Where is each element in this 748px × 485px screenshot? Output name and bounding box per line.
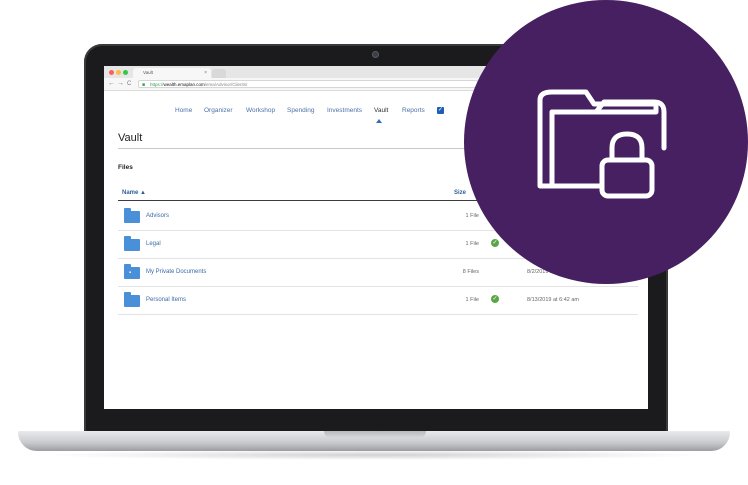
check-circle-icon: ✓ — [491, 239, 499, 247]
nav-workshop[interactable]: Workshop — [246, 106, 275, 116]
close-window-button[interactable] — [109, 70, 114, 75]
new-tab-button[interactable] — [212, 69, 226, 78]
tab-close-icon[interactable]: × — [204, 68, 207, 78]
forward-icon[interactable]: → — [117, 79, 124, 89]
checkbox-icon[interactable]: ✓ — [437, 107, 444, 114]
folder-icon — [124, 292, 140, 307]
file-name[interactable]: Personal Items — [146, 297, 186, 303]
active-nav-indicator — [376, 119, 382, 123]
url-scheme: https:// — [150, 82, 164, 87]
nav-investments[interactable]: Investments — [327, 106, 362, 116]
nav-reports[interactable]: Reports — [402, 106, 425, 116]
file-size: 1 File — [465, 213, 479, 219]
locked-folder-icon: ▪ — [124, 264, 140, 279]
table-row[interactable]: Personal Items 1 File ✓ 8/13/2019 at 6:4… — [118, 287, 638, 315]
minimize-window-button[interactable] — [116, 70, 121, 75]
file-size: 1 File — [465, 241, 479, 247]
url-path: /ema/Advisor/Clients/ — [204, 82, 248, 87]
file-name[interactable]: Legal — [146, 241, 161, 247]
folder-icon — [124, 208, 140, 223]
lock-icon: ▪ — [129, 270, 132, 276]
column-header-name[interactable]: Name ▲ — [122, 190, 146, 196]
camera-icon — [372, 51, 379, 58]
back-icon[interactable]: ← — [108, 79, 115, 89]
vault-badge — [464, 0, 748, 284]
reload-icon[interactable]: C — [127, 79, 131, 89]
file-size: 1 File — [465, 297, 479, 303]
laptop-shadow — [40, 450, 710, 460]
nav-organizer[interactable]: Organizer — [204, 106, 233, 116]
url-domain: wealth.emaplan.com — [163, 82, 205, 87]
nav-home[interactable]: Home — [175, 106, 192, 116]
url-input[interactable]: ■ https://wealth.emaplan.com/ema/Advisor… — [138, 80, 478, 88]
modified-date: 8/13/2019 at 6:42 am — [527, 297, 579, 303]
locked-folder-icon — [537, 89, 667, 199]
file-name[interactable]: My Private Documents — [146, 269, 206, 275]
nav-spending[interactable]: Spending — [287, 106, 314, 116]
nav-vault[interactable]: Vault — [374, 106, 388, 116]
page-title: Vault — [118, 132, 143, 144]
maximize-window-button[interactable] — [123, 70, 128, 75]
file-size: 8 Files — [462, 269, 479, 275]
browser-tab-title: Vault — [143, 70, 153, 75]
browser-tab[interactable]: Vault × — [133, 68, 211, 78]
lock-icon: ■ — [142, 82, 146, 88]
file-name[interactable]: Advisors — [146, 213, 169, 219]
check-circle-icon: ✓ — [491, 295, 499, 303]
folder-icon — [124, 236, 140, 251]
section-title: Files — [118, 164, 133, 171]
row-divider — [118, 314, 638, 315]
column-header-size[interactable]: Size — [454, 190, 466, 196]
laptop-notch — [324, 431, 426, 438]
